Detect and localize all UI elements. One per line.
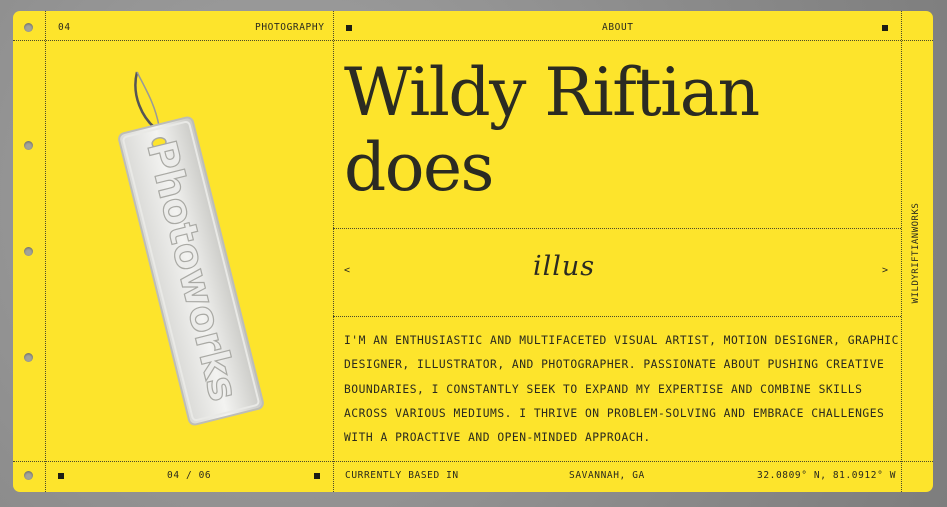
binder-hole-icon [24,353,33,362]
nav-about[interactable]: ABOUT [602,22,634,34]
divider [333,11,334,492]
binder-hole-icon [24,247,33,256]
square-marker-icon [882,25,888,31]
photoworks-keytag-image: Photoworks [103,66,283,456]
page-title: Wildy Riftian does [344,54,760,206]
keytag-svg: Photoworks [118,71,264,426]
carousel-prev-button[interactable]: < [344,265,350,276]
square-marker-icon [346,25,352,31]
coordinates: 32.0809° N, 81.0912° W [757,470,897,481]
vertical-brand-text: WILDYRIFTIANWORKS [911,202,921,304]
location-label: CURRENTLY BASED IN [345,470,459,481]
pagination: 04 / 06 [167,470,212,481]
location-value: SAVANNAH, GA [569,470,645,481]
carousel-next-button[interactable]: > [882,265,888,276]
divider [45,11,46,492]
divider [333,316,901,317]
carousel-word: illus [533,251,596,282]
main-card: 04 PHOTOGRAPHY ABOUT Photoworks Wildy Ri… [13,11,933,492]
square-marker-icon [314,473,320,479]
section-index: 04 [58,22,71,33]
title-line-2: does [344,129,494,206]
nav-photography[interactable]: PHOTOGRAPHY [255,22,325,34]
bio-paragraph: I'M AN ENTHUSIASTIC AND MULTIFACETED VIS… [344,334,899,445]
title-line-1: Wildy Riftian [344,54,760,131]
binder-hole-icon [24,471,33,480]
divider [333,228,901,229]
binder-hole-icon [24,23,33,32]
vertical-brand-label: WILDYRIFTIANWORKS [909,202,923,304]
square-marker-icon [58,473,64,479]
binder-hole-icon [24,141,33,150]
divider [13,461,933,462]
divider [13,40,933,41]
